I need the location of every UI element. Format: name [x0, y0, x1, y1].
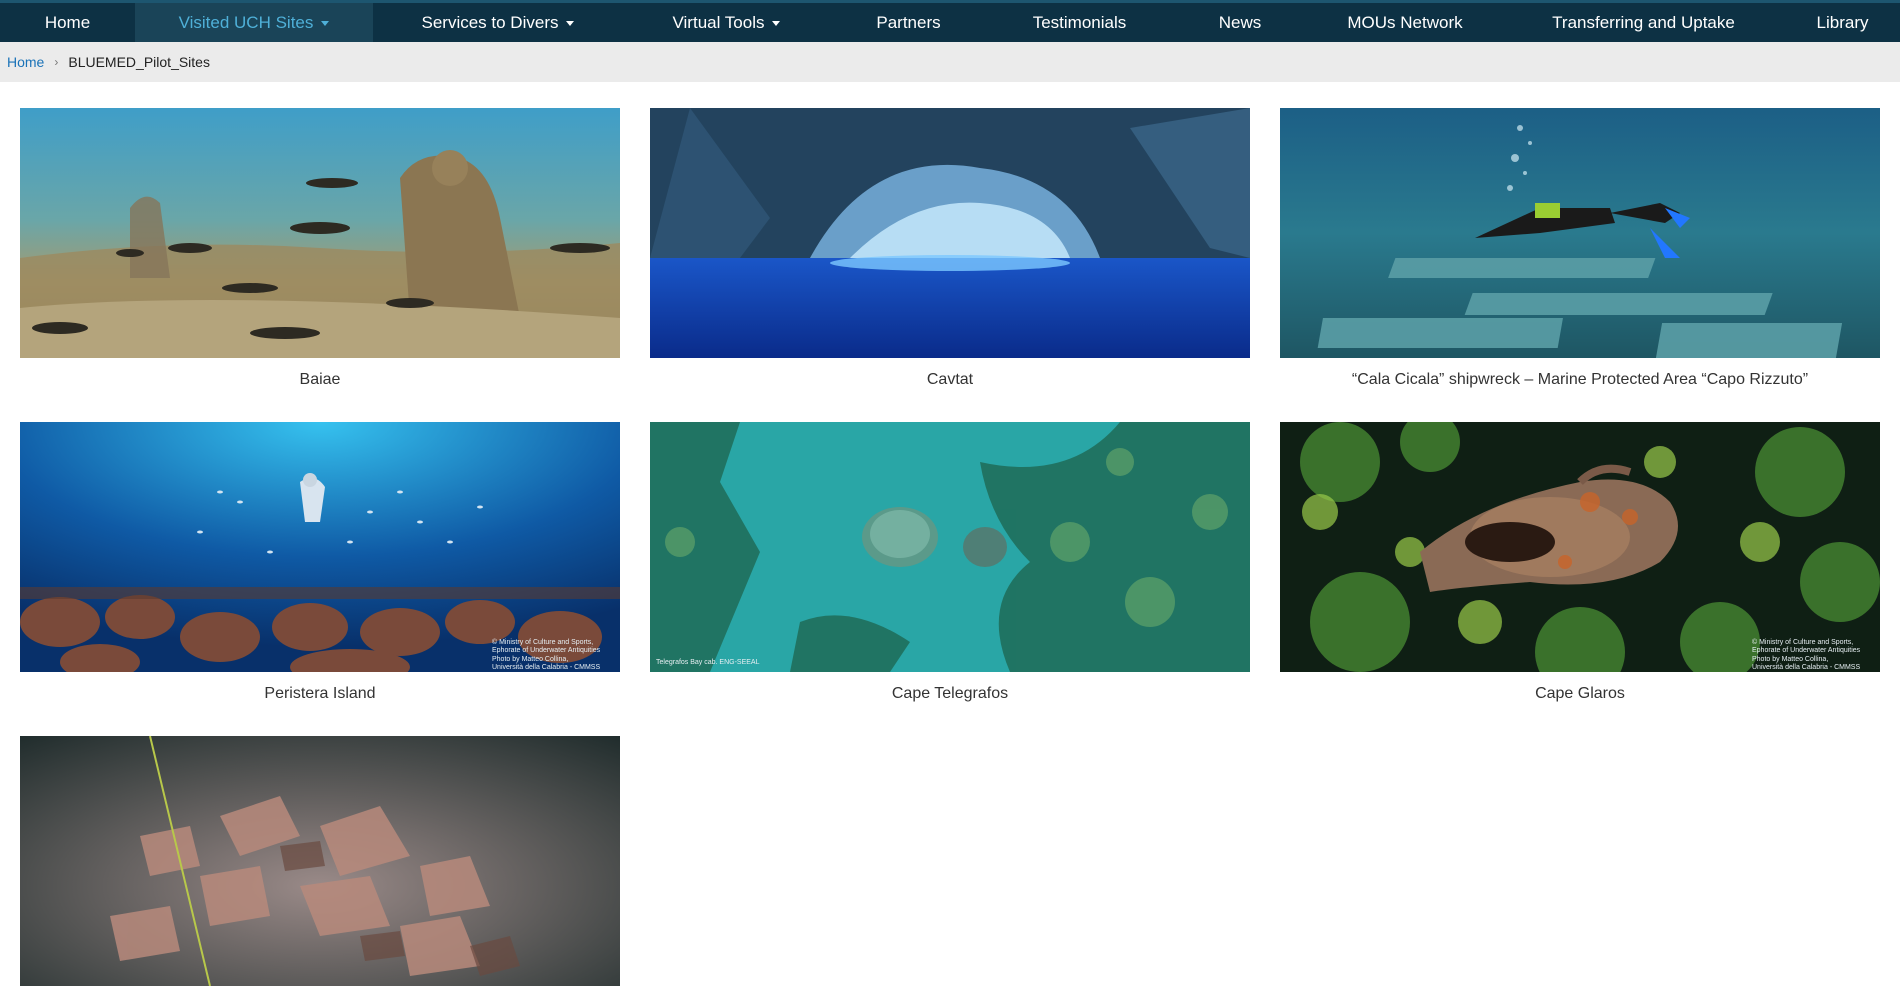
nav-testimonials-label: Testimonials — [1032, 12, 1127, 32]
nav-virtual-tools[interactable]: Virtual Tools — [623, 3, 830, 42]
diver-over-amphorae-photo[interactable]: © Ministry of Culture and Sports, Ephora… — [20, 422, 620, 672]
photo-credit: Photo by Matteo Collina, — [1752, 656, 1828, 663]
nav-library-label: Library — [1816, 12, 1869, 32]
site-card-cala-cicala[interactable]: “Cala Cicala” shipwreck – Marine Protect… — [1280, 108, 1880, 389]
nav-news-label: News — [1218, 12, 1262, 32]
photo-credit: © Ministry of Culture and Sports, — [492, 638, 593, 646]
nav-partners-label: Partners — [876, 12, 941, 32]
nav-transferring-and-uptake[interactable]: Transferring and Uptake — [1502, 3, 1785, 42]
nav-visited-uch-sites-label: Visited UCH Sites — [178, 12, 314, 32]
chevron-down-icon — [772, 21, 781, 26]
seagrass-seabed-photo[interactable]: Telegrafos Bay cab. ENG-SEEAL — [650, 422, 1250, 672]
nav-mous-network-label: MOUs Network — [1347, 12, 1463, 32]
chevron-down-icon — [321, 21, 330, 26]
nav-transferring-and-uptake-label: Transferring and Uptake — [1552, 12, 1735, 32]
sea-cave-photo[interactable] — [650, 108, 1250, 358]
breadcrumb-home-link[interactable]: Home — [7, 54, 44, 70]
site-card-baiae[interactable]: Baiae — [20, 108, 620, 389]
breadcrumb: Home › BLUEMED_Pilot_Sites — [0, 42, 1900, 82]
photo-credit: Ephorate of Underwater Antiquities — [492, 647, 601, 654]
site-caption[interactable]: Peristera Island — [20, 685, 620, 703]
site-card-cavtat[interactable]: Cavtat — [650, 108, 1250, 389]
site-card-peristera-island[interactable]: © Ministry of Culture and Sports, Ephora… — [20, 422, 620, 703]
site-caption[interactable]: Cape Telegrafos — [650, 685, 1250, 703]
site-caption[interactable]: Cavtat — [650, 371, 1250, 389]
nav-virtual-tools-label: Virtual Tools — [672, 12, 765, 32]
nav-partners[interactable]: Partners — [830, 3, 987, 42]
nav-services-to-divers-label: Services to Divers — [421, 12, 559, 32]
site-card-cape-telegrafos[interactable]: Telegrafos Bay cab. ENG-SEEAL Cape Teleg… — [650, 422, 1250, 703]
photo-credit: Università della Calabria - CMMSS — [1752, 664, 1860, 671]
main-navigation: Home Visited UCH Sites Services to Diver… — [0, 0, 1900, 42]
nav-mous-network[interactable]: MOUs Network — [1308, 3, 1502, 42]
diver-over-stone-blocks-photo[interactable] — [1280, 108, 1880, 358]
site-caption[interactable]: “Cala Cicala” shipwreck – Marine Protect… — [1280, 371, 1880, 389]
underwater-statues-photo[interactable] — [20, 108, 620, 358]
nav-testimonials[interactable]: Testimonials — [987, 3, 1172, 42]
site-caption[interactable]: Cape Glaros — [1280, 685, 1880, 703]
nav-services-to-divers[interactable]: Services to Divers — [373, 3, 623, 42]
photo-credit: © Ministry of Culture and Sports, — [1752, 638, 1853, 646]
site-card-pottery-shards[interactable] — [20, 736, 620, 999]
breadcrumb-separator: › — [54, 55, 59, 69]
chevron-down-icon — [566, 21, 575, 26]
breadcrumb-current: BLUEMED_Pilot_Sites — [68, 54, 210, 70]
photo-credit: Telegrafos Bay cab. ENG-SEEAL — [656, 659, 760, 666]
photo-credit: Photo by Matteo Collina, — [492, 656, 568, 663]
site-caption[interactable]: Baiae — [20, 371, 620, 389]
photo-credit: Ephorate of Underwater Antiquities — [1752, 647, 1861, 654]
nav-news[interactable]: News — [1172, 3, 1308, 42]
photo-credit: Università della Calabria - CMMSS — [492, 664, 600, 671]
nav-visited-uch-sites[interactable]: Visited UCH Sites — [135, 3, 373, 42]
site-card-cape-glaros[interactable]: © Ministry of Culture and Sports, Ephora… — [1280, 422, 1880, 703]
nav-home-label: Home — [44, 12, 91, 32]
nav-home[interactable]: Home — [0, 3, 135, 42]
amphora-in-seaweed-photo[interactable]: © Ministry of Culture and Sports, Ephora… — [1280, 422, 1880, 672]
pottery-shards-seabed-photo[interactable] — [20, 736, 620, 986]
nav-library[interactable]: Library — [1785, 3, 1900, 42]
